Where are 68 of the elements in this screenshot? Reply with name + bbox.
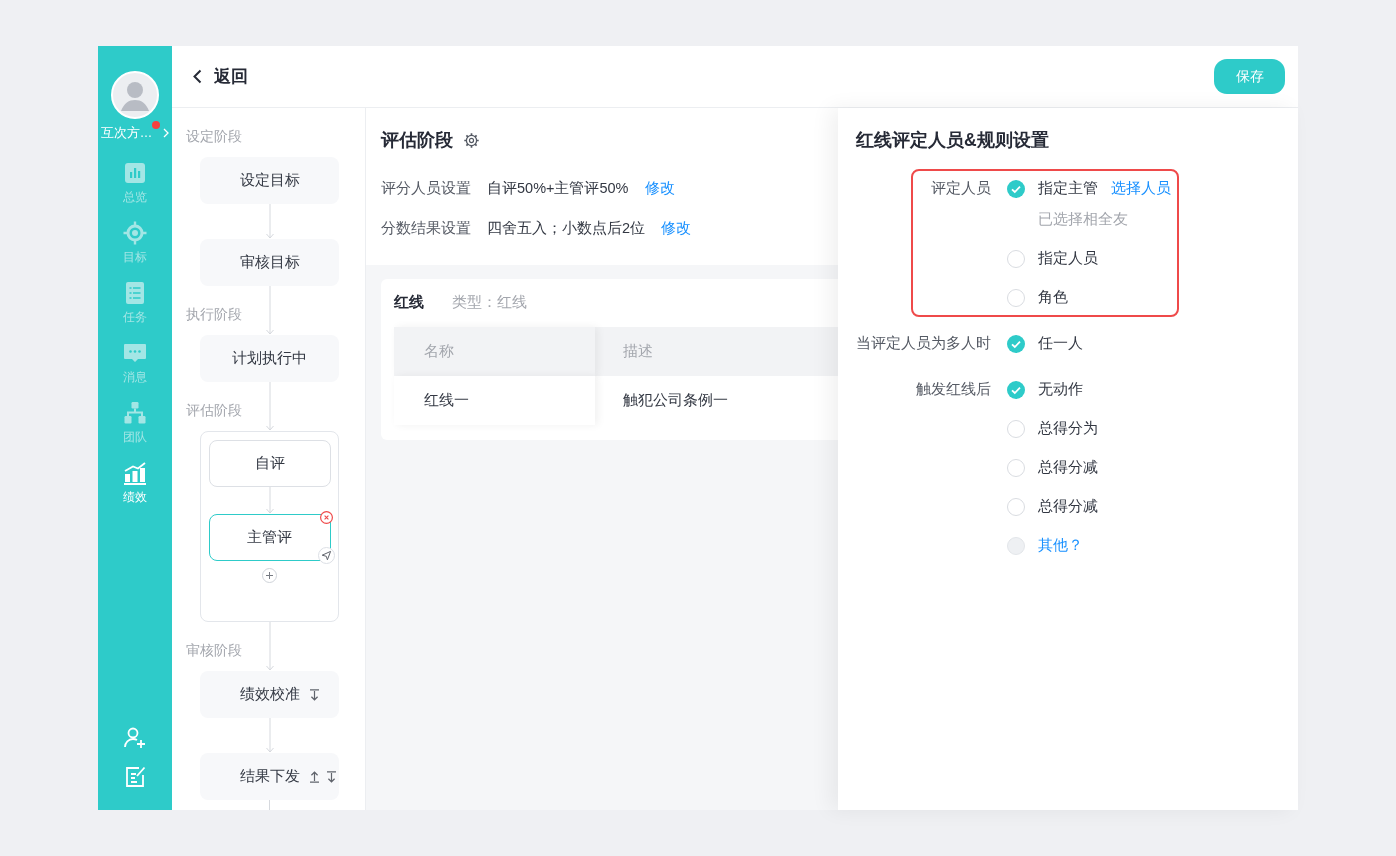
chat-bubble-icon xyxy=(123,341,147,365)
growth-chart-icon xyxy=(123,461,147,485)
radio-button[interactable] xyxy=(1007,419,1025,438)
type-label: 类型：红线 xyxy=(452,293,527,312)
flow-node[interactable]: 结果下发 xyxy=(200,753,339,800)
flow-node[interactable]: 审核目标 xyxy=(200,239,339,286)
target-icon xyxy=(123,221,147,245)
add-icon[interactable] xyxy=(262,568,277,583)
chevron-left-icon xyxy=(193,69,202,84)
option-label[interactable]: 总得分减 xyxy=(1038,497,1098,516)
radio-button[interactable] xyxy=(1007,380,1025,399)
radio-button[interactable] xyxy=(1007,179,1025,198)
flow-arrow xyxy=(264,622,275,671)
stage-label: 评估阶段 xyxy=(186,401,242,420)
stage-label: 审核阶段 xyxy=(186,641,242,660)
radio-button[interactable] xyxy=(1007,536,1025,555)
radio-button[interactable] xyxy=(1007,288,1025,307)
arrow-down-icon[interactable] xyxy=(308,688,320,701)
chevron-right-icon[interactable] xyxy=(163,128,170,138)
radio-button[interactable] xyxy=(1007,497,1025,516)
add-user-icon[interactable] xyxy=(123,726,147,750)
option-label[interactable]: 总得分为 xyxy=(1038,419,1098,438)
setting-value: 四舍五入；小数点后2位 xyxy=(487,218,646,238)
flow-node[interactable]: 设定目标 xyxy=(200,157,339,204)
bar-chart-icon xyxy=(123,161,147,185)
field-label: 当评定人员为多人时 xyxy=(856,334,991,353)
setting-label: 评分人员设置 xyxy=(381,178,471,198)
flow-node[interactable]: 绩效校准 xyxy=(200,671,339,718)
connector-line xyxy=(269,800,270,810)
arrow-up-icon[interactable] xyxy=(308,770,320,783)
stage-label: 执行阶段 xyxy=(186,305,242,324)
drawer-title: 红线评定人员&规则设置 xyxy=(856,129,1049,152)
arrow-down-icon[interactable] xyxy=(325,770,337,783)
table-header-cell: 名称 xyxy=(394,327,595,376)
flow-arrow xyxy=(264,718,275,753)
flow-arrow xyxy=(264,487,275,514)
list-icon xyxy=(123,281,147,305)
settings-icon[interactable] xyxy=(463,131,480,149)
setting-value: 自评50%+主管评50% xyxy=(487,178,629,198)
avatar[interactable] xyxy=(111,71,159,119)
edit-document-icon[interactable] xyxy=(123,765,147,789)
org-chart-icon xyxy=(123,401,147,425)
table-cell: 红线一 xyxy=(394,376,595,425)
close-icon[interactable] xyxy=(319,511,333,524)
field-label: 触发红线后 xyxy=(916,380,991,399)
section-title: 评估阶段 xyxy=(381,129,453,152)
selection-note: 已选择相全友 xyxy=(1038,210,1128,229)
flow-arrow xyxy=(264,382,275,431)
send-icon[interactable] xyxy=(317,547,335,564)
stage-label: 设定阶段 xyxy=(186,127,242,146)
radio-button[interactable] xyxy=(1007,334,1025,353)
flow-arrow xyxy=(264,286,275,335)
flow-node[interactable]: 计划执行中 xyxy=(200,335,339,382)
flow-node[interactable]: 自评 xyxy=(208,440,331,487)
radio-button[interactable] xyxy=(1007,249,1025,268)
card-title: 红线 xyxy=(394,293,424,312)
option-label[interactable]: 总得分减 xyxy=(1038,458,1098,477)
back-button[interactable]: 返回 xyxy=(193,65,248,88)
field-label: 评定人员 xyxy=(931,179,991,198)
option-label[interactable]: 任一人 xyxy=(1038,334,1083,353)
radio-button[interactable] xyxy=(1007,458,1025,477)
flow-arrow xyxy=(264,204,275,239)
option-label[interactable]: 指定主管 xyxy=(1038,179,1098,198)
table-header-cell: 描述 xyxy=(595,327,838,376)
option-label[interactable]: 无动作 xyxy=(1038,380,1083,399)
option-label[interactable]: 指定人员 xyxy=(1038,249,1098,268)
option-label[interactable]: 角色 xyxy=(1038,288,1068,307)
setting-label: 分数结果设置 xyxy=(381,218,471,238)
